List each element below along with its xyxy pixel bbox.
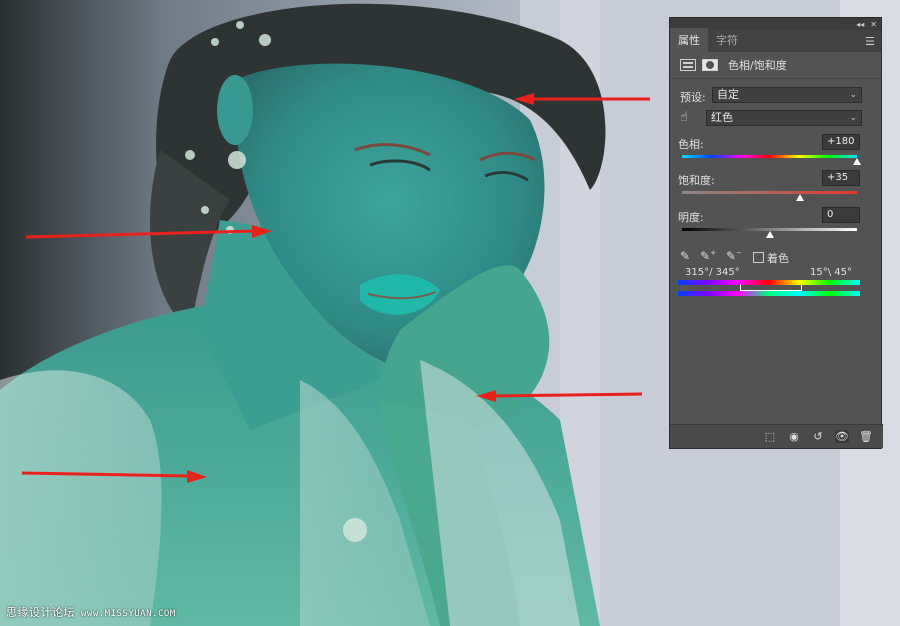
panel-collapse-icon[interactable]: ◂◂ bbox=[856, 20, 864, 29]
adjustment-title: 色相/饱和度 bbox=[728, 59, 787, 72]
saturation-slider-track[interactable] bbox=[682, 191, 857, 194]
panel-tabs: 属性 字符 ☰ bbox=[670, 28, 881, 52]
hue-input[interactable]: +180 bbox=[822, 134, 860, 150]
watermark-text: 思缘设计论坛 bbox=[6, 606, 75, 619]
color-range-sliders[interactable] bbox=[740, 284, 802, 291]
preset-label: 预设: bbox=[680, 91, 706, 104]
channel-value: 红色 bbox=[711, 111, 733, 124]
trash-icon[interactable]: 🗑 bbox=[859, 430, 873, 443]
range-right-label: 15°\ 45° bbox=[810, 267, 852, 278]
panel-footer: ⬚ ◉ ↺ 👁 🗑 bbox=[670, 424, 883, 448]
saturation-slider-thumb[interactable] bbox=[796, 194, 805, 201]
tab-properties[interactable]: 属性 bbox=[670, 28, 708, 52]
properties-panel: ◂◂ ✕ 属性 字符 ☰ 色相/饱和度 预设: 自定 ⌄ ☝ 红色 ⌄ 色相: … bbox=[669, 17, 883, 449]
saturation-label: 饱和度: bbox=[678, 174, 715, 187]
targeted-adjust-hand-icon[interactable]: ☝ bbox=[680, 110, 688, 125]
channel-select[interactable]: 红色 ⌄ bbox=[706, 110, 862, 126]
preset-value: 自定 bbox=[717, 88, 739, 101]
hue-slider-thumb[interactable] bbox=[853, 158, 861, 165]
visibility-eye-icon[interactable]: 👁 bbox=[835, 430, 849, 443]
result-color-bar bbox=[678, 291, 860, 296]
panel-menu-icon[interactable]: ☰ bbox=[865, 35, 875, 48]
preset-select[interactable]: 自定 ⌄ bbox=[712, 87, 862, 103]
panel-close-icon[interactable]: ✕ bbox=[870, 20, 877, 29]
lightness-input[interactable]: 0 bbox=[822, 207, 860, 223]
reset-icon[interactable]: ↺ bbox=[811, 430, 825, 443]
watermark-url: www.MISSYUAN.COM bbox=[81, 609, 176, 619]
chevron-down-icon: ⌄ bbox=[849, 90, 857, 100]
clip-to-layer-icon[interactable]: ⬚ bbox=[763, 430, 777, 443]
eyedropper-tools: ✎ ✎+ ✎− bbox=[680, 249, 742, 263]
hue-slider-track[interactable] bbox=[682, 155, 857, 158]
eyedropper-icon[interactable]: ✎ bbox=[680, 249, 690, 263]
lightness-slider-thumb[interactable] bbox=[765, 231, 774, 238]
colorize-checkbox[interactable] bbox=[753, 252, 764, 263]
mask-icon[interactable] bbox=[702, 59, 718, 71]
lightness-label: 明度: bbox=[678, 211, 704, 224]
adjustment-grid-icon[interactable] bbox=[680, 59, 696, 71]
chevron-down-icon: ⌄ bbox=[849, 113, 857, 123]
colorize-label: 着色 bbox=[767, 252, 789, 265]
view-previous-icon[interactable]: ◉ bbox=[787, 430, 801, 443]
eyedropper-plus-icon[interactable]: ✎+ bbox=[700, 249, 716, 263]
tab-character[interactable]: 字符 bbox=[708, 28, 746, 52]
hue-label: 色相: bbox=[678, 138, 704, 151]
eyedropper-minus-icon[interactable]: ✎− bbox=[726, 249, 742, 263]
adjustment-header: 色相/饱和度 bbox=[670, 52, 881, 79]
watermark: 思缘设计论坛 www.MISSYUAN.COM bbox=[6, 604, 176, 620]
range-left-label: 315°/ 345° bbox=[685, 267, 740, 278]
saturation-input[interactable]: +35 bbox=[822, 170, 860, 186]
